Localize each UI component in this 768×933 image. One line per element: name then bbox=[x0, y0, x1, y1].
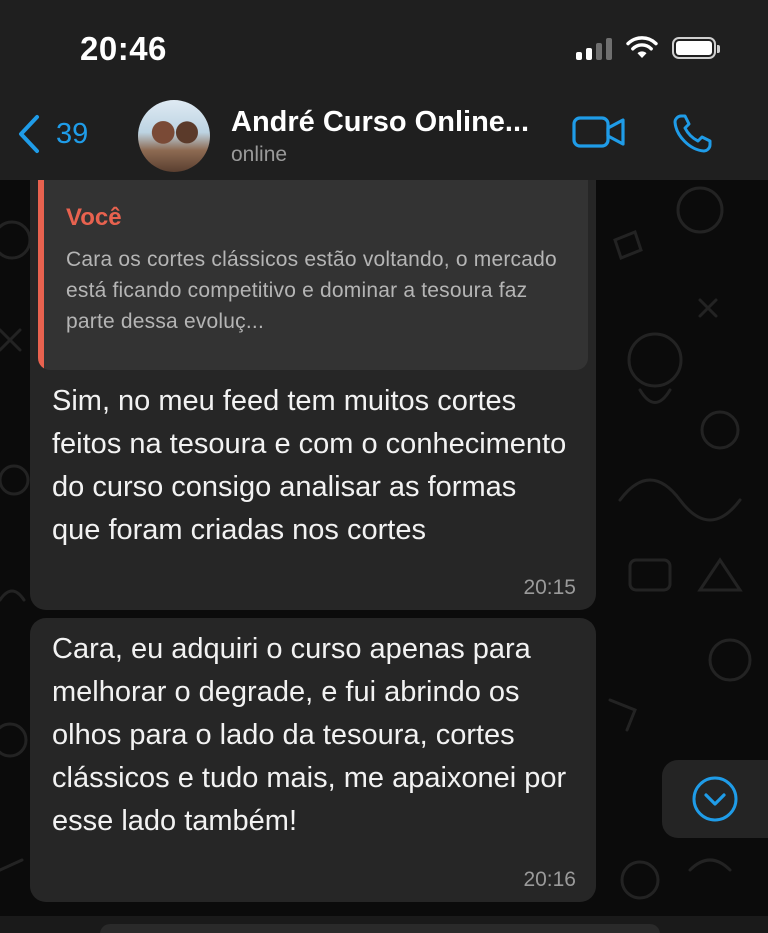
video-call-button[interactable] bbox=[572, 114, 626, 155]
message-time: 20:15 bbox=[523, 576, 576, 599]
chevron-left-icon bbox=[19, 115, 39, 153]
message-bubble[interactable]: Cara, eu adquiri o curso apenas para mel… bbox=[30, 618, 596, 902]
contact-presence: online bbox=[231, 143, 288, 166]
back-button[interactable]: 39 bbox=[16, 114, 88, 154]
video-camera-icon bbox=[572, 116, 625, 148]
reply-quote-author: Você bbox=[66, 204, 122, 231]
contact-name[interactable]: André Curso Online... bbox=[231, 106, 529, 139]
cellular-signal-icon bbox=[576, 36, 612, 60]
phone-icon bbox=[673, 114, 712, 153]
message-time: 20:16 bbox=[523, 868, 576, 891]
message-list[interactable]: Você Cara os cortes clássicos estão volt… bbox=[0, 180, 768, 933]
battery-icon bbox=[672, 37, 720, 59]
reply-quote-text: Cara os cortes clássicos estão voltando,… bbox=[66, 248, 557, 333]
contact-avatar[interactable] bbox=[138, 100, 210, 172]
unread-count: 39 bbox=[56, 117, 89, 150]
message-input[interactable] bbox=[100, 924, 660, 933]
message-text: Cara, eu adquiri o curso apenas para mel… bbox=[52, 633, 567, 837]
scroll-to-bottom-button[interactable] bbox=[662, 760, 768, 838]
reply-quote-bar bbox=[38, 180, 44, 370]
chevron-down-circle-icon bbox=[692, 776, 738, 822]
reply-quote[interactable]: Você Cara os cortes clássicos estão volt… bbox=[38, 180, 588, 370]
message-text: Sim, no meu feed tem muitos cortes feito… bbox=[52, 385, 567, 546]
status-time: 20:46 bbox=[80, 30, 167, 67]
chat-screen: 20:46 39 André Curso Online... online Vo… bbox=[0, 0, 768, 933]
voice-call-button[interactable] bbox=[672, 112, 714, 159]
status-icons bbox=[576, 36, 720, 60]
chat-header: 20:46 39 André Curso Online... online bbox=[0, 0, 768, 180]
message-bubble[interactable]: Você Cara os cortes clássicos estão volt… bbox=[30, 180, 596, 610]
wifi-icon bbox=[626, 36, 658, 58]
